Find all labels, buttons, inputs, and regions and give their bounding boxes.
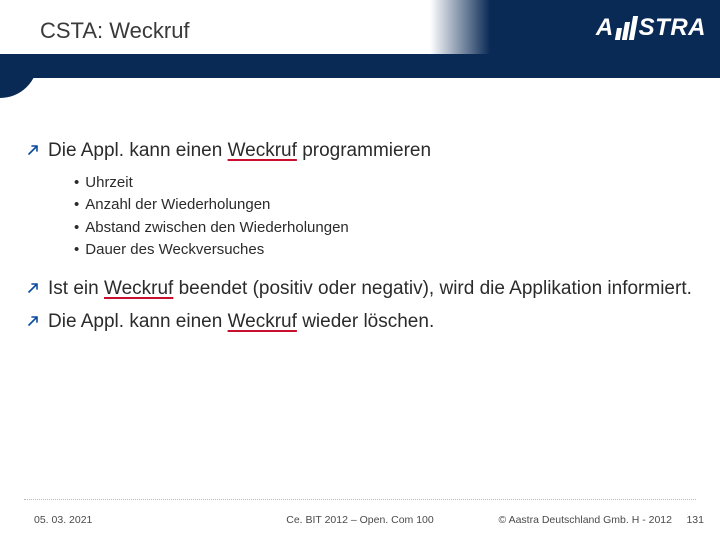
bullet-dot-icon: • [74, 217, 79, 240]
slide-header: CSTA: Weckruf A STRA [0, 0, 720, 78]
arrow-diag-icon [28, 143, 40, 155]
sub-item-text: Uhrzeit [85, 172, 133, 195]
bullet-1-sublist: • Uhrzeit • Anzahl der Wiederholungen • Abs… [74, 172, 692, 262]
bullet-dot-icon: • [74, 194, 79, 217]
brand-logo: A STRA [596, 14, 706, 42]
sub-item-text: Dauer des Weckversuches [85, 239, 264, 262]
logo-stripes-icon [615, 16, 638, 40]
footer-page-number: 131 [686, 514, 704, 526]
slide: CSTA: Weckruf A STRA Die Appl. kann eine… [0, 0, 720, 540]
sub-item-text: Anzahl der Wiederholungen [85, 194, 270, 217]
sub-item: • Uhrzeit [74, 172, 692, 195]
arrow-diag-icon [28, 281, 40, 293]
footer-center: Ce. BIT 2012 – Open. Com 100 [286, 514, 433, 526]
bullet-3: Die Appl. kann einen Weckruf wieder lösc… [28, 309, 692, 335]
sub-item: • Anzahl der Wiederholungen [74, 194, 692, 217]
bullet-1-text: Die Appl. kann einen Weckruf programmier… [48, 138, 431, 164]
sub-item: • Dauer des Weckversuches [74, 239, 692, 262]
slide-body: Die Appl. kann einen Weckruf programmier… [28, 138, 692, 343]
bullet-2: Ist ein Weckruf beendet (positiv oder ne… [28, 276, 692, 302]
logo-text-pre: A [596, 14, 614, 42]
bullet-1: Die Appl. kann einen Weckruf programmier… [28, 138, 692, 164]
footer-copyright: © Aastra Deutschland Gmb. H - 2012 [499, 514, 673, 526]
bullet-dot-icon: • [74, 239, 79, 262]
bullet-dot-icon: • [74, 172, 79, 195]
slide-title: CSTA: Weckruf [40, 18, 190, 44]
sub-item-text: Abstand zwischen den Wiederholungen [85, 217, 349, 240]
slide-footer: 05. 03. 2021 Ce. BIT 2012 – Open. Com 10… [0, 500, 720, 540]
header-navy-strip [0, 54, 720, 78]
bullet-2-text: Ist ein Weckruf beendet (positiv oder ne… [48, 276, 692, 302]
sub-item: • Abstand zwischen den Wiederholungen [74, 217, 692, 240]
logo-text-post: STRA [639, 14, 706, 42]
footer-date: 05. 03. 2021 [34, 514, 92, 526]
arrow-diag-icon [28, 314, 40, 326]
bullet-3-text: Die Appl. kann einen Weckruf wieder lösc… [48, 309, 434, 335]
header-curve-icon [0, 54, 38, 98]
